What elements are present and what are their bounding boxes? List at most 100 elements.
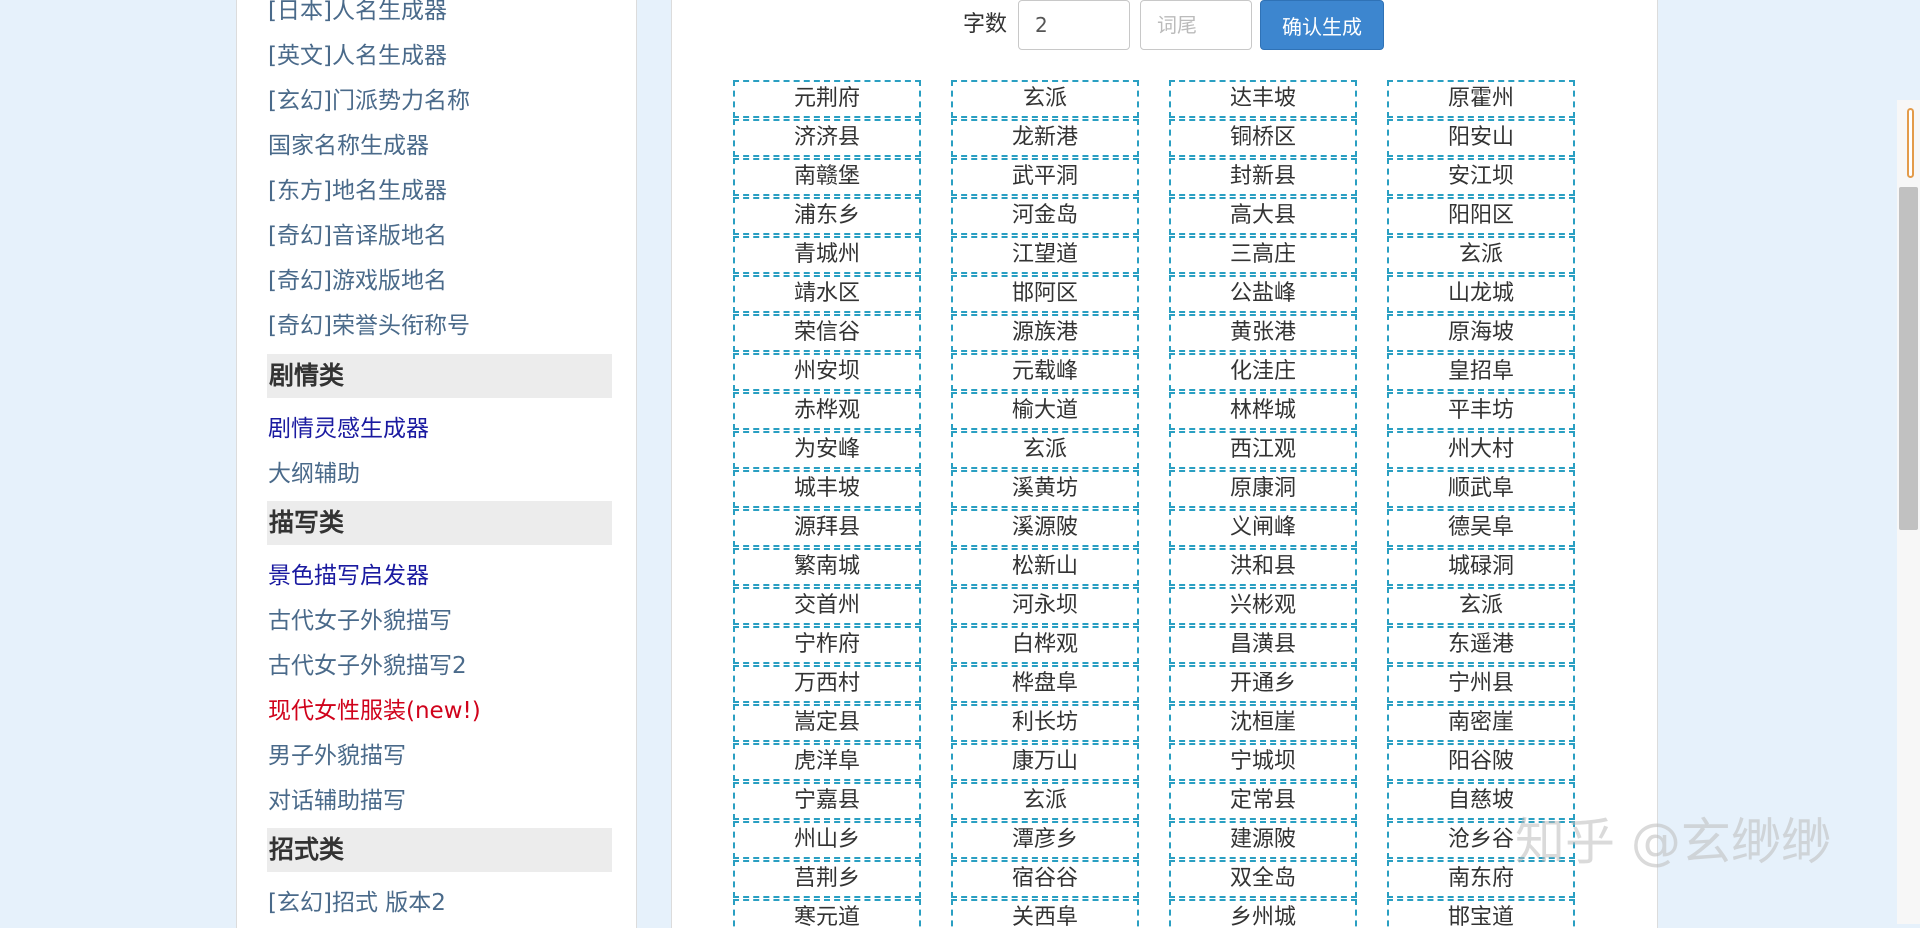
main-panel: 字数 确认生成 元荆府玄派达丰坡原霍州济济县龙新港铜桥区阳安山南赣堡武平洞封新县… bbox=[671, 0, 1658, 928]
result-cell: 玄派 bbox=[1387, 587, 1575, 625]
result-cell: 德吴阜 bbox=[1387, 509, 1575, 547]
result-cell: 宁城坝 bbox=[1169, 743, 1357, 781]
result-cell: 康万山 bbox=[951, 743, 1139, 781]
result-cell: 双全岛 bbox=[1169, 860, 1357, 898]
result-cell: 城碌洞 bbox=[1387, 548, 1575, 586]
watermark: 知乎 @玄缈缈 bbox=[1515, 813, 1831, 871]
result-cell: 南密崖 bbox=[1387, 704, 1575, 742]
sidebar-item-japanese-names[interactable]: [日本]人名生成器 bbox=[268, 0, 447, 26]
sidebar-item-dialogue-helper[interactable]: 对话辅助描写 bbox=[268, 786, 406, 816]
result-cell: 皇招阜 bbox=[1387, 353, 1575, 391]
section-header-describe: 描写类 bbox=[267, 501, 612, 545]
result-cell: 顺武阜 bbox=[1387, 470, 1575, 508]
result-cell: 交首州 bbox=[733, 587, 921, 625]
result-cell: 安江坝 bbox=[1387, 158, 1575, 196]
result-cell: 松新山 bbox=[951, 548, 1139, 586]
char-count-input[interactable] bbox=[1018, 0, 1130, 50]
sidebar-item-scenery-description[interactable]: 景色描写启发器 bbox=[268, 561, 429, 591]
sidebar-item-modern-female-clothing[interactable]: 现代女性服装(new!) bbox=[268, 696, 481, 726]
result-cell: 万西村 bbox=[733, 665, 921, 703]
sidebar-item-sect-names[interactable]: [玄幻]门派势力名称 bbox=[268, 86, 470, 116]
result-cell: 为安峰 bbox=[733, 431, 921, 469]
section-header-moves: 招式类 bbox=[267, 828, 612, 872]
result-cell: 赤桦观 bbox=[733, 392, 921, 430]
suffix-input[interactable] bbox=[1140, 0, 1252, 50]
sidebar-item-outline-helper[interactable]: 大纲辅助 bbox=[268, 459, 360, 489]
result-cell: 靖水区 bbox=[733, 275, 921, 313]
result-cell: 白桦观 bbox=[951, 626, 1139, 664]
result-cell: 州安坝 bbox=[733, 353, 921, 391]
sidebar-item-eastern-place-names[interactable]: [东方]地名生成器 bbox=[268, 176, 447, 206]
sidebar-item-ancient-female-appearance[interactable]: 古代女子外貌描写 bbox=[268, 606, 452, 636]
result-cell: 原康洞 bbox=[1169, 470, 1357, 508]
result-cell: 义闸峰 bbox=[1169, 509, 1357, 547]
result-cell: 河金岛 bbox=[951, 197, 1139, 235]
sidebar-item-english-names[interactable]: [英文]人名生成器 bbox=[268, 41, 447, 71]
result-cell: 邯阿区 bbox=[951, 275, 1139, 313]
char-count-label: 字数 bbox=[963, 12, 1008, 37]
sidebar-item-fantasy-game-places[interactable]: [奇幻]游戏版地名 bbox=[268, 266, 447, 296]
result-cell: 河永坝 bbox=[951, 587, 1139, 625]
sidebar-item-fantasy-titles[interactable]: [奇幻]荣誉头衔称号 bbox=[268, 311, 470, 341]
result-cell: 桦盘阜 bbox=[951, 665, 1139, 703]
result-cell: 西江观 bbox=[1169, 431, 1357, 469]
result-cell: 玄派 bbox=[1387, 236, 1575, 274]
result-cell: 兴彬观 bbox=[1169, 587, 1357, 625]
result-cell: 青城州 bbox=[733, 236, 921, 274]
result-cell: 玄派 bbox=[951, 80, 1139, 118]
result-cell: 繁南城 bbox=[733, 548, 921, 586]
result-cell: 洪和县 bbox=[1169, 548, 1357, 586]
sidebar-item-country-names[interactable]: 国家名称生成器 bbox=[268, 131, 429, 161]
result-cell: 黄张港 bbox=[1169, 314, 1357, 352]
sidebar: [日本]人名生成器 [英文]人名生成器 [玄幻]门派势力名称 国家名称生成器 [… bbox=[236, 0, 637, 928]
result-cell: 江望道 bbox=[951, 236, 1139, 274]
result-cell: 阳安山 bbox=[1387, 119, 1575, 157]
result-cell: 溪源陂 bbox=[951, 509, 1139, 547]
result-cell: 源族港 bbox=[951, 314, 1139, 352]
result-cell: 定常县 bbox=[1169, 782, 1357, 820]
result-cell: 武平洞 bbox=[951, 158, 1139, 196]
result-cell: 潭彦乡 bbox=[951, 821, 1139, 859]
sidebar-item-fantasy-moves-v2[interactable]: [玄幻]招式 版本2 bbox=[268, 888, 446, 918]
result-cell: 虎洋阜 bbox=[733, 743, 921, 781]
sidebar-item-plot-inspiration[interactable]: 剧情灵感生成器 bbox=[268, 414, 429, 444]
result-cell: 铜桥区 bbox=[1169, 119, 1357, 157]
result-cell: 龙新港 bbox=[951, 119, 1139, 157]
result-cell: 莒荆乡 bbox=[733, 860, 921, 898]
confirm-generate-button[interactable]: 确认生成 bbox=[1260, 0, 1384, 50]
result-cell: 建源陂 bbox=[1169, 821, 1357, 859]
result-cell: 公盐峰 bbox=[1169, 275, 1357, 313]
result-cell: 元载峰 bbox=[951, 353, 1139, 391]
result-cell: 溪黄坊 bbox=[951, 470, 1139, 508]
result-cell: 阳谷陂 bbox=[1387, 743, 1575, 781]
result-cell: 浦东乡 bbox=[733, 197, 921, 235]
result-cell: 封新县 bbox=[1169, 158, 1357, 196]
result-cell: 嵩定县 bbox=[733, 704, 921, 742]
result-cell: 化洼庄 bbox=[1169, 353, 1357, 391]
result-cell: 平丰坊 bbox=[1387, 392, 1575, 430]
sidebar-item-ancient-female-appearance-2[interactable]: 古代女子外貌描写2 bbox=[268, 651, 467, 681]
scroll-position-marker bbox=[1907, 108, 1914, 178]
result-cell: 三高庄 bbox=[1169, 236, 1357, 274]
result-cell: 高大县 bbox=[1169, 197, 1357, 235]
result-cell: 宿谷谷 bbox=[951, 860, 1139, 898]
result-cell: 玄派 bbox=[951, 782, 1139, 820]
result-cell: 州山乡 bbox=[733, 821, 921, 859]
result-cell: 林桦城 bbox=[1169, 392, 1357, 430]
sidebar-item-fantasy-transliterated-places[interactable]: [奇幻]音译版地名 bbox=[268, 221, 447, 251]
result-cell: 东遥港 bbox=[1387, 626, 1575, 664]
result-cell: 玄派 bbox=[951, 431, 1139, 469]
section-header-plot: 剧情类 bbox=[267, 354, 612, 398]
sidebar-item-male-appearance[interactable]: 男子外貌描写 bbox=[268, 741, 406, 771]
result-cell: 荣信谷 bbox=[733, 314, 921, 352]
result-cell: 城丰坡 bbox=[733, 470, 921, 508]
result-cell: 利长坊 bbox=[951, 704, 1139, 742]
result-cell: 原霍州 bbox=[1387, 80, 1575, 118]
result-cell: 达丰坡 bbox=[1169, 80, 1357, 118]
result-cell: 阳阳区 bbox=[1387, 197, 1575, 235]
scrollbar-thumb[interactable] bbox=[1899, 187, 1918, 530]
result-cell: 济济县 bbox=[733, 119, 921, 157]
result-grid: 元荆府 玄派 达丰坡 原霍州 济济县 龙新港 铜桥区 阳安山 南赣堡 武平洞 封新县 安江坝 浦东乡 河金… bbox=[733, 80, 1576, 928]
result-cell: 开通乡 bbox=[1169, 665, 1357, 703]
result-cell: 榆大道 bbox=[951, 392, 1139, 430]
